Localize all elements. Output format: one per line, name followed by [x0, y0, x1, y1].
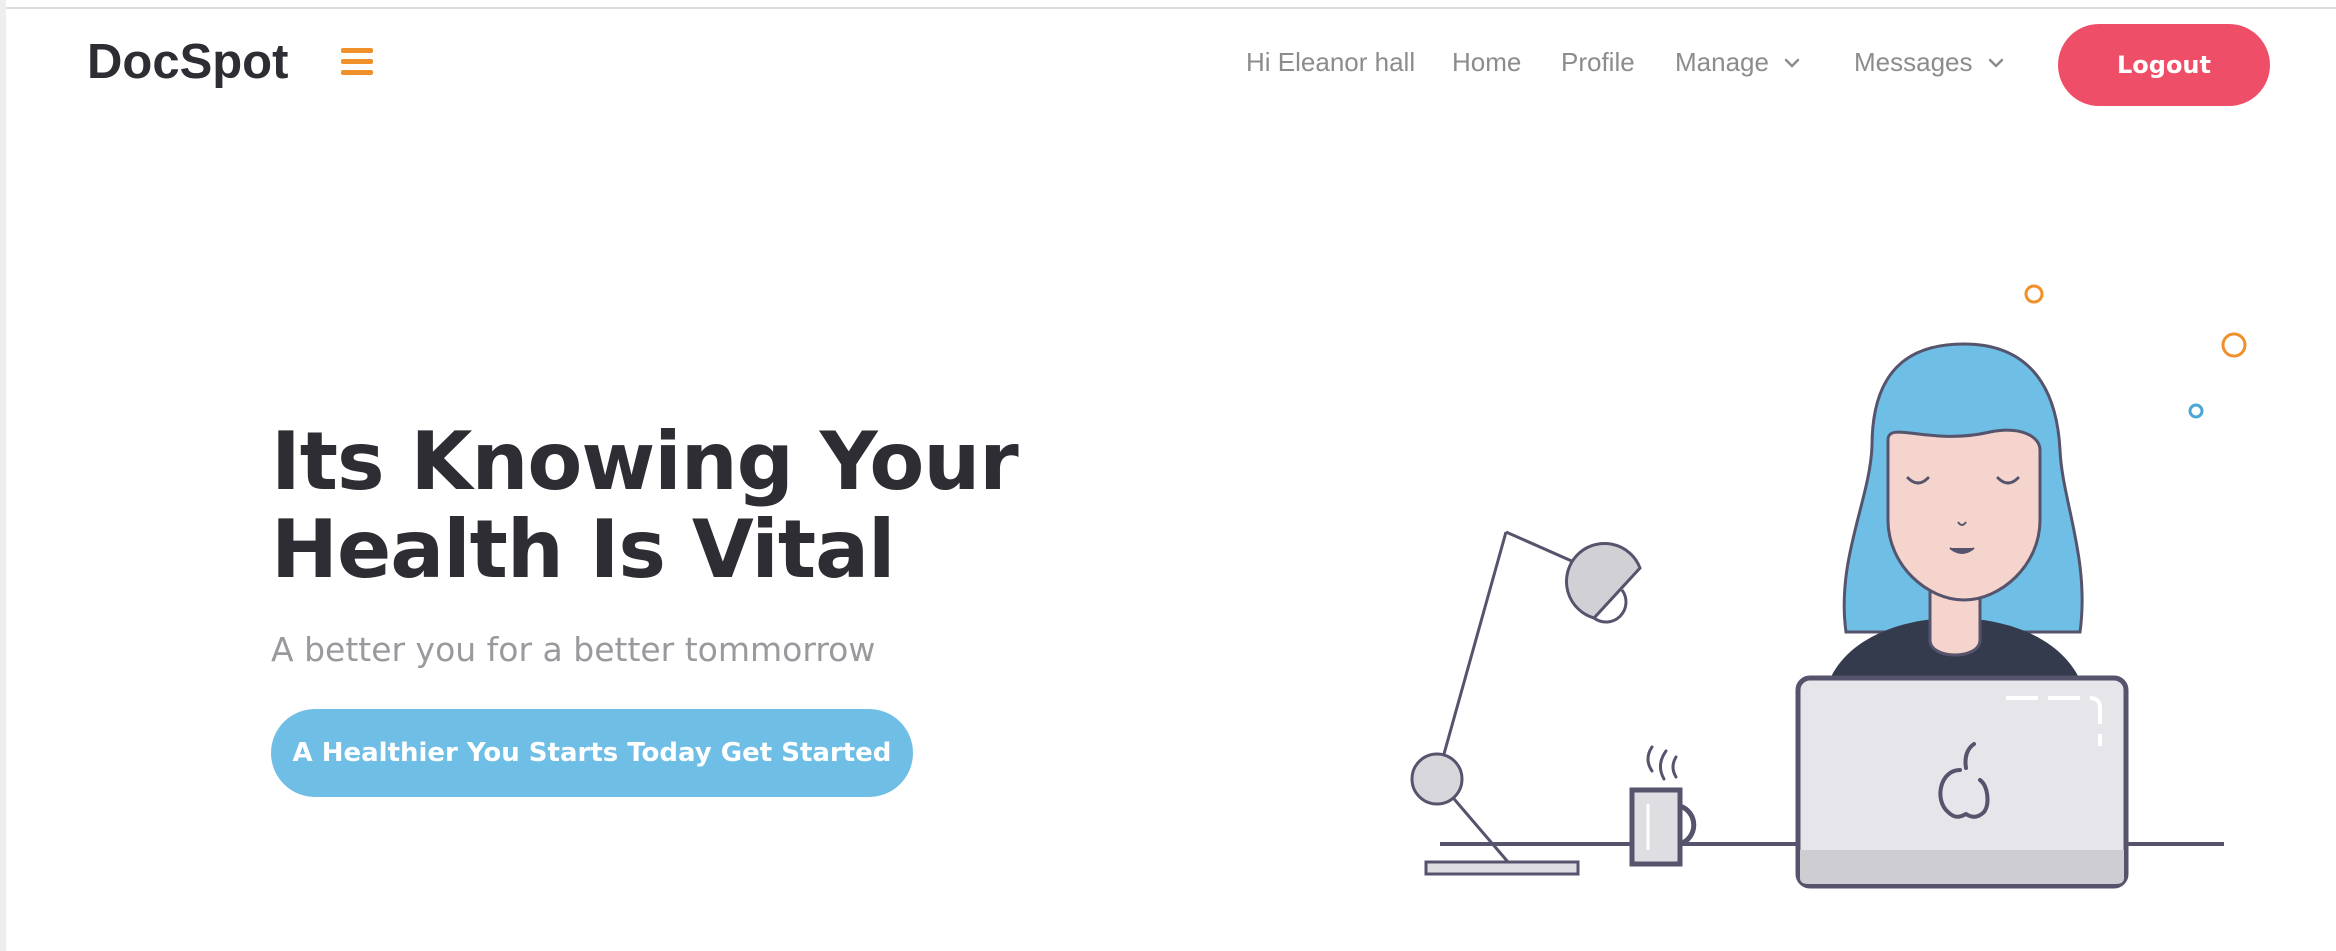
get-started-button[interactable]: A Healthier You Starts Today Get Started — [271, 709, 913, 797]
logout-button[interactable]: Logout — [2058, 24, 2270, 106]
brand-logo[interactable]: DocSpot — [87, 34, 288, 90]
nav-home[interactable]: Home — [1452, 47, 1521, 78]
chevron-down-icon — [1784, 58, 1800, 67]
nav-messages[interactable]: Messages — [1854, 47, 2007, 78]
desk-lamp — [1410, 530, 1642, 876]
laptop — [1795, 675, 2129, 889]
chevron-down-icon — [1988, 58, 2003, 67]
nav-manage-label: Manage — [1675, 47, 1769, 77]
decor-circle-orange-small — [2024, 284, 2044, 304]
decor-circle-orange-large — [2221, 332, 2247, 358]
hero-illustration — [1410, 284, 2247, 889]
hero-title-line-2: Health Is Vital — [271, 503, 895, 596]
nav-manage[interactable]: Manage — [1675, 47, 1803, 78]
window-top-border — [0, 0, 2336, 9]
hero-title: Its Knowing Your Health Is Vital — [271, 415, 1019, 596]
nav-profile[interactable]: Profile — [1561, 47, 1635, 78]
hamburger-icon[interactable] — [341, 48, 373, 76]
hero-subtitle: A better you for a better tommorrow — [271, 630, 876, 669]
nav-messages-label: Messages — [1854, 47, 1973, 77]
decor-circle-blue — [2188, 403, 2204, 419]
window-left-border — [0, 0, 6, 951]
user-greeting: Hi Eleanor hall — [1246, 47, 1416, 77]
woman-figure — [1826, 342, 2084, 690]
coffee-mug — [1629, 745, 1697, 867]
hero-title-line-1: Its Knowing Your — [271, 415, 1019, 508]
